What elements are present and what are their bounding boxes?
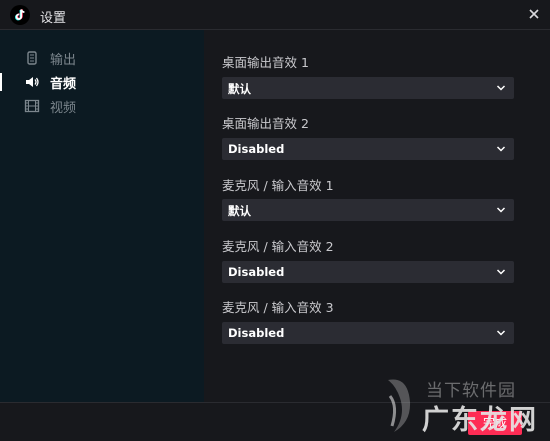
desktop-audio-1-label: 桌面输出音效 1 [222, 55, 309, 70]
mic-audio-3-label: 麦克风 / 输入音效 3 [222, 300, 334, 315]
select-value: Disabled [228, 265, 285, 279]
close-button[interactable] [526, 6, 542, 22]
desktop-audio-1-select[interactable]: 默认 [222, 77, 514, 99]
select-value: Disabled [228, 326, 285, 340]
desktop-audio-2-select[interactable]: Disabled [222, 138, 514, 160]
tiktok-logo-icon [10, 5, 30, 25]
done-button[interactable]: 完成 [468, 411, 522, 435]
desktop-audio-2-label: 桌面输出音效 2 [222, 116, 309, 131]
chevron-down-icon [496, 269, 506, 275]
chevron-down-icon [496, 85, 506, 91]
dialog-footer: 完成 [0, 402, 550, 441]
window-title: 设置 [40, 11, 67, 26]
select-value: 默认 [228, 82, 251, 96]
sidebar-item-output[interactable]: 输出 [0, 46, 204, 70]
mic-audio-1-label: 麦克风 / 输入音效 1 [222, 178, 334, 193]
film-icon [24, 99, 40, 113]
chevron-down-icon [496, 207, 506, 213]
sidebar-item-label: 视频 [50, 101, 77, 116]
mic-audio-3-select[interactable]: Disabled [222, 322, 514, 344]
settings-sidebar: 输出 音频 视频 [0, 30, 204, 402]
chevron-down-icon [496, 330, 506, 336]
sidebar-item-video[interactable]: 视频 [0, 94, 204, 118]
active-indicator [0, 73, 2, 91]
close-icon [529, 9, 539, 19]
chevron-down-icon [496, 146, 506, 152]
speaker-icon [26, 77, 39, 87]
mic-audio-2-label: 麦克风 / 输入音效 2 [222, 239, 334, 254]
mic-audio-2-select[interactable]: Disabled [222, 261, 514, 283]
mic-audio-1-select[interactable]: 默认 [222, 199, 514, 221]
output-icon [27, 51, 37, 65]
sidebar-item-label: 音频 [50, 77, 77, 92]
select-value: Disabled [228, 142, 285, 156]
select-value: 默认 [228, 204, 251, 218]
sidebar-item-audio[interactable]: 音频 [0, 70, 204, 94]
sidebar-item-label: 输出 [50, 53, 77, 68]
title-bar: 设置 [0, 0, 550, 30]
audio-settings-panel: 桌面输出音效 1 默认 桌面输出音效 2 Disabled 麦克风 / 输入音效… [204, 30, 550, 402]
